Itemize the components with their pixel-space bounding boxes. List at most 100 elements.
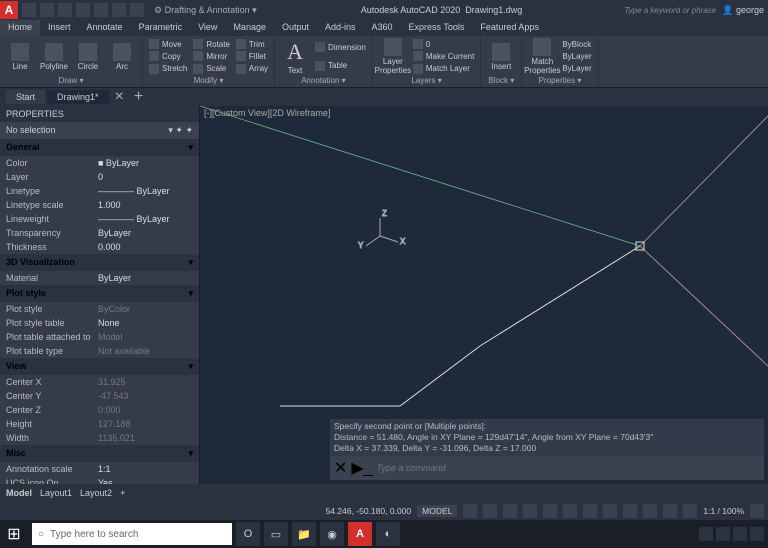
prop-section-misc[interactable]: Misc▾ (0, 445, 199, 462)
prop-row[interactable]: Annotation scale1:1 (0, 462, 199, 476)
prop-value[interactable]: 127.188 (98, 419, 193, 429)
prop-value[interactable]: 1135.021 (98, 433, 193, 443)
windows-search[interactable]: ○ Type here to search (32, 523, 232, 545)
lineweight-toggle-icon[interactable] (623, 504, 637, 518)
otrack-toggle-icon[interactable] (603, 504, 617, 518)
stretch-button[interactable]: Stretch (147, 64, 189, 74)
table-button[interactable]: Table (313, 61, 368, 71)
copy-button[interactable]: Copy (147, 51, 189, 61)
prop-row[interactable]: Layer0 (0, 170, 199, 184)
layout-model[interactable]: Model (6, 488, 32, 498)
prop-value[interactable]: ByColor (98, 304, 193, 314)
scale-button[interactable]: Scale (191, 64, 232, 74)
prop-value[interactable]: 1:1 (98, 464, 193, 474)
prop-section-general[interactable]: General▾ (0, 139, 199, 156)
tab-addins[interactable]: Add-ins (317, 20, 364, 36)
tab-manage[interactable]: Manage (225, 20, 274, 36)
snap-toggle-icon[interactable] (483, 504, 497, 518)
tab-parametric[interactable]: Parametric (131, 20, 191, 36)
layer-properties-button[interactable]: Layer Properties (377, 38, 409, 75)
prop-value[interactable]: ———— ByLayer (98, 214, 193, 224)
prop-value[interactable]: None (98, 318, 193, 328)
make-current-button[interactable]: Make Current (411, 51, 476, 61)
viewport-label[interactable]: [-][Custom View][2D Wireframe] (204, 108, 330, 118)
model-toggle[interactable]: MODEL (417, 505, 457, 517)
tab-featured[interactable]: Featured Apps (472, 20, 547, 36)
explorer-icon[interactable]: 📁 (292, 522, 316, 546)
selection-dropdown[interactable]: No selection▾ ✦ ✦ (0, 122, 199, 139)
panel-layers-title[interactable]: Layers ▾ (377, 75, 476, 85)
prop-value[interactable]: 0.000 (98, 405, 193, 415)
drawing-canvas[interactable]: [-][Custom View][2D Wireframe] XYZ Speci… (200, 106, 768, 484)
qat-redo-icon[interactable] (130, 3, 144, 17)
polyline-button[interactable]: Polyline (38, 38, 70, 75)
move-button[interactable]: Move (147, 39, 189, 49)
gear-icon[interactable] (750, 504, 764, 518)
layer-dropdown[interactable]: 0 (411, 39, 476, 49)
prop-row[interactable]: Plot style tableNone (0, 316, 199, 330)
prop-row[interactable]: Width1135.021 (0, 431, 199, 445)
insert-button[interactable]: Insert (485, 38, 517, 75)
lineweight-dropdown[interactable]: ByLayer (560, 52, 593, 61)
tab-insert[interactable]: Insert (40, 20, 79, 36)
qat-plot-icon[interactable] (94, 3, 108, 17)
prop-value[interactable]: ByLayer (98, 228, 193, 238)
tab-start[interactable]: Start (6, 90, 45, 104)
panel-properties-title[interactable]: Properties ▾ (526, 75, 593, 85)
osnap-toggle-icon[interactable] (563, 504, 577, 518)
cycle-toggle-icon[interactable] (663, 504, 677, 518)
prop-row[interactable]: Plot table attached toModel (0, 330, 199, 344)
prop-value[interactable]: Not available (98, 346, 193, 356)
array-button[interactable]: Array (234, 64, 270, 74)
prop-value[interactable]: ■ ByLayer (98, 158, 193, 168)
tray-notifications-icon[interactable] (750, 527, 764, 541)
match-layer-button[interactable]: Match Layer (411, 64, 476, 74)
prop-row[interactable]: Center Z0.000 (0, 403, 199, 417)
tab-annotate[interactable]: Annotate (79, 20, 131, 36)
cortana-icon[interactable]: O (236, 522, 260, 546)
prop-row[interactable]: Color■ ByLayer (0, 156, 199, 170)
tab-drawing1[interactable]: Drawing1* (47, 90, 109, 104)
tray-network-icon[interactable] (716, 527, 730, 541)
user-menu[interactable]: 👤 george (722, 5, 764, 16)
prop-row[interactable]: Height127.188 (0, 417, 199, 431)
fillet-button[interactable]: Fillet (234, 51, 270, 61)
prop-value[interactable]: Yes (98, 478, 193, 484)
prop-row[interactable]: Linetype scale1.000 (0, 198, 199, 212)
prop-row[interactable]: Center X31.925 (0, 375, 199, 389)
tab-home[interactable]: Home (0, 20, 40, 36)
layout-add[interactable]: + (120, 488, 125, 498)
prop-row[interactable]: MaterialByLayer (0, 271, 199, 285)
prop-section-plot-style[interactable]: Plot style▾ (0, 285, 199, 302)
prop-value[interactable]: -47.543 (98, 391, 193, 401)
color-dropdown[interactable]: ByBlock (560, 40, 593, 49)
grid-toggle-icon[interactable] (463, 504, 477, 518)
qat-undo-icon[interactable] (112, 3, 126, 17)
command-line[interactable]: ✕ ▶_ (330, 456, 764, 480)
tab-a360[interactable]: A360 (364, 20, 401, 36)
prop-row[interactable]: Plot table typeNot available (0, 344, 199, 358)
qat-saveas-icon[interactable] (76, 3, 90, 17)
ortho-toggle-icon[interactable] (503, 504, 517, 518)
prop-row[interactable]: Plot styleByColor (0, 302, 199, 316)
qat-open-icon[interactable] (40, 3, 54, 17)
new-tab-icon[interactable]: + (130, 88, 147, 106)
prop-row[interactable]: Lineweight———— ByLayer (0, 212, 199, 226)
match-properties-button[interactable]: Match Properties (526, 38, 558, 75)
panel-draw-title[interactable]: Draw ▾ (4, 75, 138, 85)
command-input[interactable] (377, 463, 760, 473)
arc-button[interactable]: Arc (106, 38, 138, 75)
prop-row[interactable]: UCS icon OnYes (0, 476, 199, 484)
prop-value[interactable]: 31.925 (98, 377, 193, 387)
chrome-icon[interactable]: ◐ (376, 522, 400, 546)
app-logo-icon[interactable]: A (0, 1, 18, 19)
text-button[interactable]: AText (279, 38, 311, 75)
prop-value[interactable]: ———— ByLayer (98, 186, 193, 196)
prop-value[interactable]: Model (98, 332, 193, 342)
panel-annotation-title[interactable]: Annotation ▾ (279, 75, 368, 85)
prop-value[interactable]: 1.000 (98, 200, 193, 210)
obs-icon[interactable]: ◉ (320, 522, 344, 546)
tray-chevron-icon[interactable] (699, 527, 713, 541)
transparency-toggle-icon[interactable] (643, 504, 657, 518)
help-search[interactable]: Type a keyword or phrase (624, 6, 716, 15)
